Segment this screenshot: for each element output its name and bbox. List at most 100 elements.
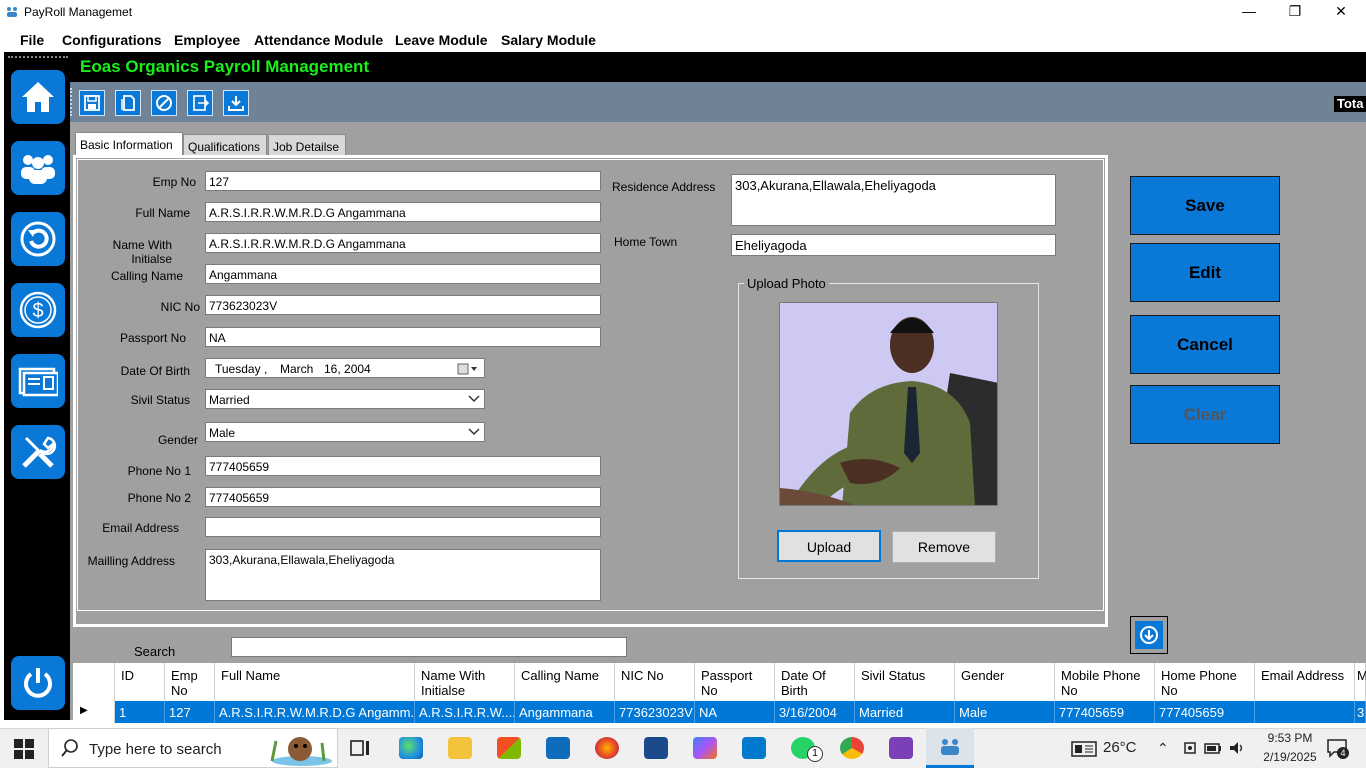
civil-status-select[interactable]: Married	[205, 389, 485, 409]
payroll-app-taskbar-item[interactable]	[926, 728, 974, 768]
save-button[interactable]: Save	[1130, 176, 1280, 235]
menu-attendance[interactable]: Attendance Module	[254, 32, 383, 48]
visual-studio-icon[interactable]	[889, 737, 913, 759]
grid-cell-name-initials[interactable]: A.R.S.I.R.R.W....	[415, 701, 515, 723]
emp-no-field[interactable]: 127	[205, 171, 601, 191]
chevron-up-icon[interactable]: ⌃	[1157, 740, 1169, 757]
grid-col-calling-name[interactable]: Calling Name	[515, 663, 615, 701]
grid-cell-calling-name[interactable]: Angammana	[515, 701, 615, 723]
outlook-icon[interactable]	[546, 737, 570, 759]
remove-photo-button[interactable]: Remove	[892, 531, 996, 563]
gender-select[interactable]: Male	[205, 422, 485, 442]
reports-button[interactable]	[11, 354, 65, 408]
minimize-button[interactable]: —	[1226, 0, 1272, 24]
menu-configurations[interactable]: Configurations	[62, 32, 162, 48]
full-name-field[interactable]: A.R.S.I.R.R.W.M.R.D.G Angammana	[205, 202, 601, 222]
edge-icon[interactable]	[399, 737, 423, 759]
grid-col-full-name[interactable]: Full Name	[215, 663, 415, 701]
calling-name-field[interactable]: Angammana	[205, 264, 601, 284]
dob-picker[interactable]: Tuesday , March 16, 2004	[205, 358, 485, 378]
grid-col-nic[interactable]: NIC No	[615, 663, 695, 701]
close-button[interactable]: ✕	[1318, 0, 1364, 24]
name-initials-field[interactable]: A.R.S.I.R.R.W.M.R.D.G Angammana	[205, 233, 601, 253]
nic-field[interactable]: 773623023V	[205, 295, 601, 315]
tab-qualifications[interactable]: Qualifications	[183, 134, 267, 156]
notifications-button[interactable]: 4	[1326, 738, 1349, 763]
grid-col-emp-no[interactable]: Emp No	[165, 663, 215, 701]
taskbar-search[interactable]: Type here to search	[48, 728, 338, 768]
sourcetree-icon[interactable]	[644, 737, 668, 759]
grid-col-passport[interactable]: Passport No	[695, 663, 775, 701]
task-view-icon[interactable]	[349, 737, 373, 759]
edit-button[interactable]: Edit	[1130, 243, 1280, 302]
battery-icon[interactable]	[1204, 741, 1222, 755]
phone2-field[interactable]: 777405659	[205, 487, 601, 507]
mailing-address-field[interactable]: 303,Akurana,Ellawala,Eheliyagoda	[205, 549, 601, 601]
grid-col-dob[interactable]: Date Of Birth	[775, 663, 855, 701]
grid-cell-passport[interactable]: NA	[695, 701, 775, 723]
start-button[interactable]	[14, 739, 34, 764]
grid-row-selector[interactable]: ▶	[73, 701, 115, 723]
grid-col-id[interactable]: ID	[115, 663, 165, 701]
news-widget-icon[interactable]	[1071, 740, 1097, 758]
grid-col-gender[interactable]: Gender	[955, 663, 1055, 701]
vscode-icon[interactable]	[742, 737, 766, 759]
firefox-icon[interactable]	[595, 737, 619, 759]
upload-photo-button[interactable]: Upload	[777, 530, 881, 562]
menu-employee[interactable]: Employee	[174, 32, 240, 48]
hometown-field[interactable]: Eheliyagoda	[731, 234, 1056, 256]
toolbar-download-button[interactable]	[223, 90, 249, 116]
cancel-button[interactable]: Cancel	[1130, 315, 1280, 374]
grid-cell-emp-no[interactable]: 127	[165, 701, 215, 723]
toolbar-cancel-button[interactable]	[151, 90, 177, 116]
power-button[interactable]	[11, 656, 65, 710]
passport-field[interactable]: NA	[205, 327, 601, 347]
residence-field[interactable]: 303,Akurana,Ellawala,Eheliyagoda	[731, 174, 1056, 226]
grid-col-email[interactable]: Email Address	[1255, 663, 1355, 701]
tab-job-details[interactable]: Job Detailse	[268, 134, 346, 156]
clock-time[interactable]: 9:53 PM	[1260, 731, 1320, 745]
file-explorer-icon[interactable]	[448, 737, 472, 759]
attendance-button[interactable]	[11, 212, 65, 266]
temperature[interactable]: 26°C	[1103, 739, 1137, 756]
settings-button[interactable]	[11, 425, 65, 479]
chrome-icon[interactable]	[840, 737, 864, 759]
grid-cell-more[interactable]: 3	[1355, 701, 1366, 723]
toolbar-save-button[interactable]	[79, 90, 105, 116]
salary-button[interactable]: $	[11, 283, 65, 337]
store-icon[interactable]	[497, 737, 521, 759]
calendar-dropdown-icon[interactable]	[457, 363, 479, 375]
toolbar-export-button[interactable]	[187, 90, 213, 116]
restore-button[interactable]: ❐	[1272, 0, 1318, 24]
home-button[interactable]	[11, 70, 65, 124]
volume-icon[interactable]	[1228, 740, 1246, 756]
grid-cell-gender[interactable]: Male	[955, 701, 1055, 723]
grid-cell-home-phone[interactable]: 777405659	[1155, 701, 1255, 723]
email-field[interactable]	[205, 517, 601, 537]
clear-button[interactable]: Clear	[1130, 385, 1280, 444]
copilot-icon[interactable]	[693, 737, 717, 759]
grid-cell-civil-status[interactable]: Married	[855, 701, 955, 723]
security-icon[interactable]	[1182, 740, 1198, 756]
grid-cell-dob[interactable]: 3/16/2004	[775, 701, 855, 723]
grid-cell-nic[interactable]: 773623023V	[615, 701, 695, 723]
grid-cell-mobile[interactable]: 777405659	[1055, 701, 1155, 723]
tab-basic-information[interactable]: Basic Information	[75, 132, 183, 156]
grid-col-name-initials[interactable]: Name With Initialse	[415, 663, 515, 701]
grid-col-more[interactable]: M	[1355, 663, 1366, 701]
scroll-down-button[interactable]	[1130, 616, 1168, 654]
employees-button[interactable]	[11, 141, 65, 195]
phone1-field[interactable]: 777405659	[205, 456, 601, 476]
clock-date[interactable]: 2/19/2025	[1258, 750, 1322, 764]
grid-cell-id[interactable]: 1	[115, 701, 165, 723]
grid-cell-email[interactable]	[1255, 701, 1355, 723]
search-input[interactable]	[231, 637, 627, 657]
menu-file[interactable]: File	[20, 32, 44, 48]
menu-salary[interactable]: Salary Module	[501, 32, 596, 48]
menu-leave[interactable]: Leave Module	[395, 32, 488, 48]
grid-col-civil-status[interactable]: Sivil Status	[855, 663, 955, 701]
toolbar-new-button[interactable]	[115, 90, 141, 116]
grid-col-home-phone[interactable]: Home Phone No	[1155, 663, 1255, 701]
grid-cell-full-name[interactable]: A.R.S.I.R.R.W.M.R.D.G Angamm...	[215, 701, 415, 723]
grid-col-mobile[interactable]: Mobile Phone No	[1055, 663, 1155, 701]
